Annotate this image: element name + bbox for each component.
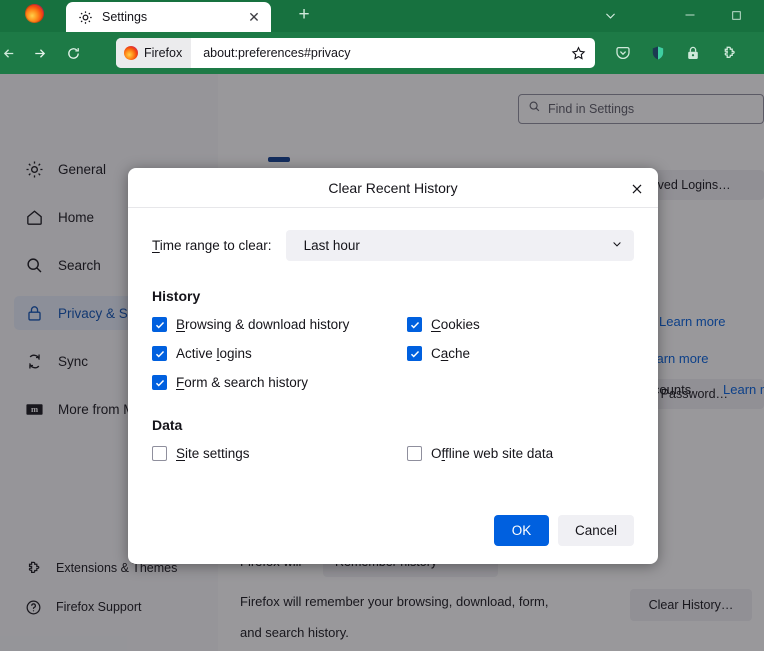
checkbox-cache[interactable]: Cache xyxy=(407,346,634,361)
checkbox-box[interactable] xyxy=(152,375,167,390)
identity-chip-label: Firefox xyxy=(144,46,182,60)
checkbox-box[interactable] xyxy=(152,317,167,332)
time-range-label-rest: ime range to clear: xyxy=(160,238,272,253)
close-icon[interactable] xyxy=(624,176,650,202)
vpn-shield-icon[interactable] xyxy=(643,38,673,68)
history-section-title: History xyxy=(152,288,634,304)
extensions-puzzle-icon[interactable] xyxy=(714,38,744,68)
checkbox-box[interactable] xyxy=(407,446,422,461)
navigation-toolbar: Firefox about:preferences#privacy xyxy=(0,32,764,74)
new-tab-button[interactable]: + xyxy=(291,0,317,30)
pocket-icon[interactable] xyxy=(608,38,638,68)
history-checkbox-grid: Browsing & download history Cookies Acti… xyxy=(152,317,634,390)
ok-button[interactable]: OK xyxy=(494,515,549,546)
url-text[interactable]: about:preferences#privacy xyxy=(191,46,569,60)
close-icon[interactable]: ✕ xyxy=(245,8,263,26)
checkbox-site-settings[interactable]: Site settings xyxy=(152,446,407,461)
identity-chip[interactable]: Firefox xyxy=(116,38,191,68)
title-bar: Settings ✕ + xyxy=(0,0,764,32)
dialog-title: Clear Recent History xyxy=(328,180,457,196)
time-range-label: Time range to clear: xyxy=(152,238,272,253)
url-bar[interactable]: Firefox about:preferences#privacy xyxy=(116,38,595,68)
data-section-title: Data xyxy=(152,417,634,433)
reload-button[interactable] xyxy=(58,38,88,68)
checkbox-box[interactable] xyxy=(407,346,422,361)
checkbox-label: Cookies xyxy=(431,317,480,332)
checkbox-browsing-download-history[interactable]: Browsing & download history xyxy=(152,317,407,332)
clear-recent-history-dialog: Clear Recent History Time range to clear… xyxy=(128,168,658,564)
dialog-body: Time range to clear: Last hour History B… xyxy=(128,208,658,461)
time-range-row: Time range to clear: Last hour xyxy=(152,230,634,261)
data-checkbox-grid: Site settings Offline web site data xyxy=(152,446,634,461)
checkbox-label: Offline web site data xyxy=(431,446,553,461)
maximize-button[interactable] xyxy=(718,0,754,30)
checkbox-form-search-history[interactable]: Form & search history xyxy=(152,375,407,390)
tab-title: Settings xyxy=(102,10,245,24)
firefox-logo-icon xyxy=(25,4,44,23)
checkbox-label: Site settings xyxy=(176,446,250,461)
time-range-select[interactable]: Last hour xyxy=(286,230,634,261)
dialog-footer: OK Cancel xyxy=(494,515,634,546)
checkbox-label: Browsing & download history xyxy=(176,317,349,332)
checkbox-label: Cache xyxy=(431,346,470,361)
firefox-logo-icon xyxy=(124,46,138,60)
checkbox-active-logins[interactable]: Active logins xyxy=(152,346,407,361)
checkbox-box[interactable] xyxy=(152,446,167,461)
checkbox-cookies[interactable]: Cookies xyxy=(407,317,634,332)
checkbox-label: Active logins xyxy=(176,346,252,361)
browser-tab-settings[interactable]: Settings ✕ xyxy=(66,2,271,32)
list-all-tabs-icon[interactable] xyxy=(592,0,628,30)
star-icon[interactable] xyxy=(569,46,587,61)
dialog-header: Clear Recent History xyxy=(128,168,658,208)
gear-icon xyxy=(78,10,93,25)
time-range-value: Last hour xyxy=(304,238,611,253)
cancel-button[interactable]: Cancel xyxy=(558,515,634,546)
back-button[interactable] xyxy=(0,38,24,68)
forward-button[interactable] xyxy=(24,38,54,68)
minimize-button[interactable] xyxy=(672,0,708,30)
checkbox-label: Form & search history xyxy=(176,375,308,390)
checkbox-box[interactable] xyxy=(407,317,422,332)
password-lock-icon[interactable] xyxy=(678,38,708,68)
chevron-down-icon xyxy=(611,238,623,253)
time-range-accesskey: T xyxy=(152,238,160,253)
checkbox-offline-web-site-data[interactable]: Offline web site data xyxy=(407,446,634,461)
checkbox-box[interactable] xyxy=(152,346,167,361)
